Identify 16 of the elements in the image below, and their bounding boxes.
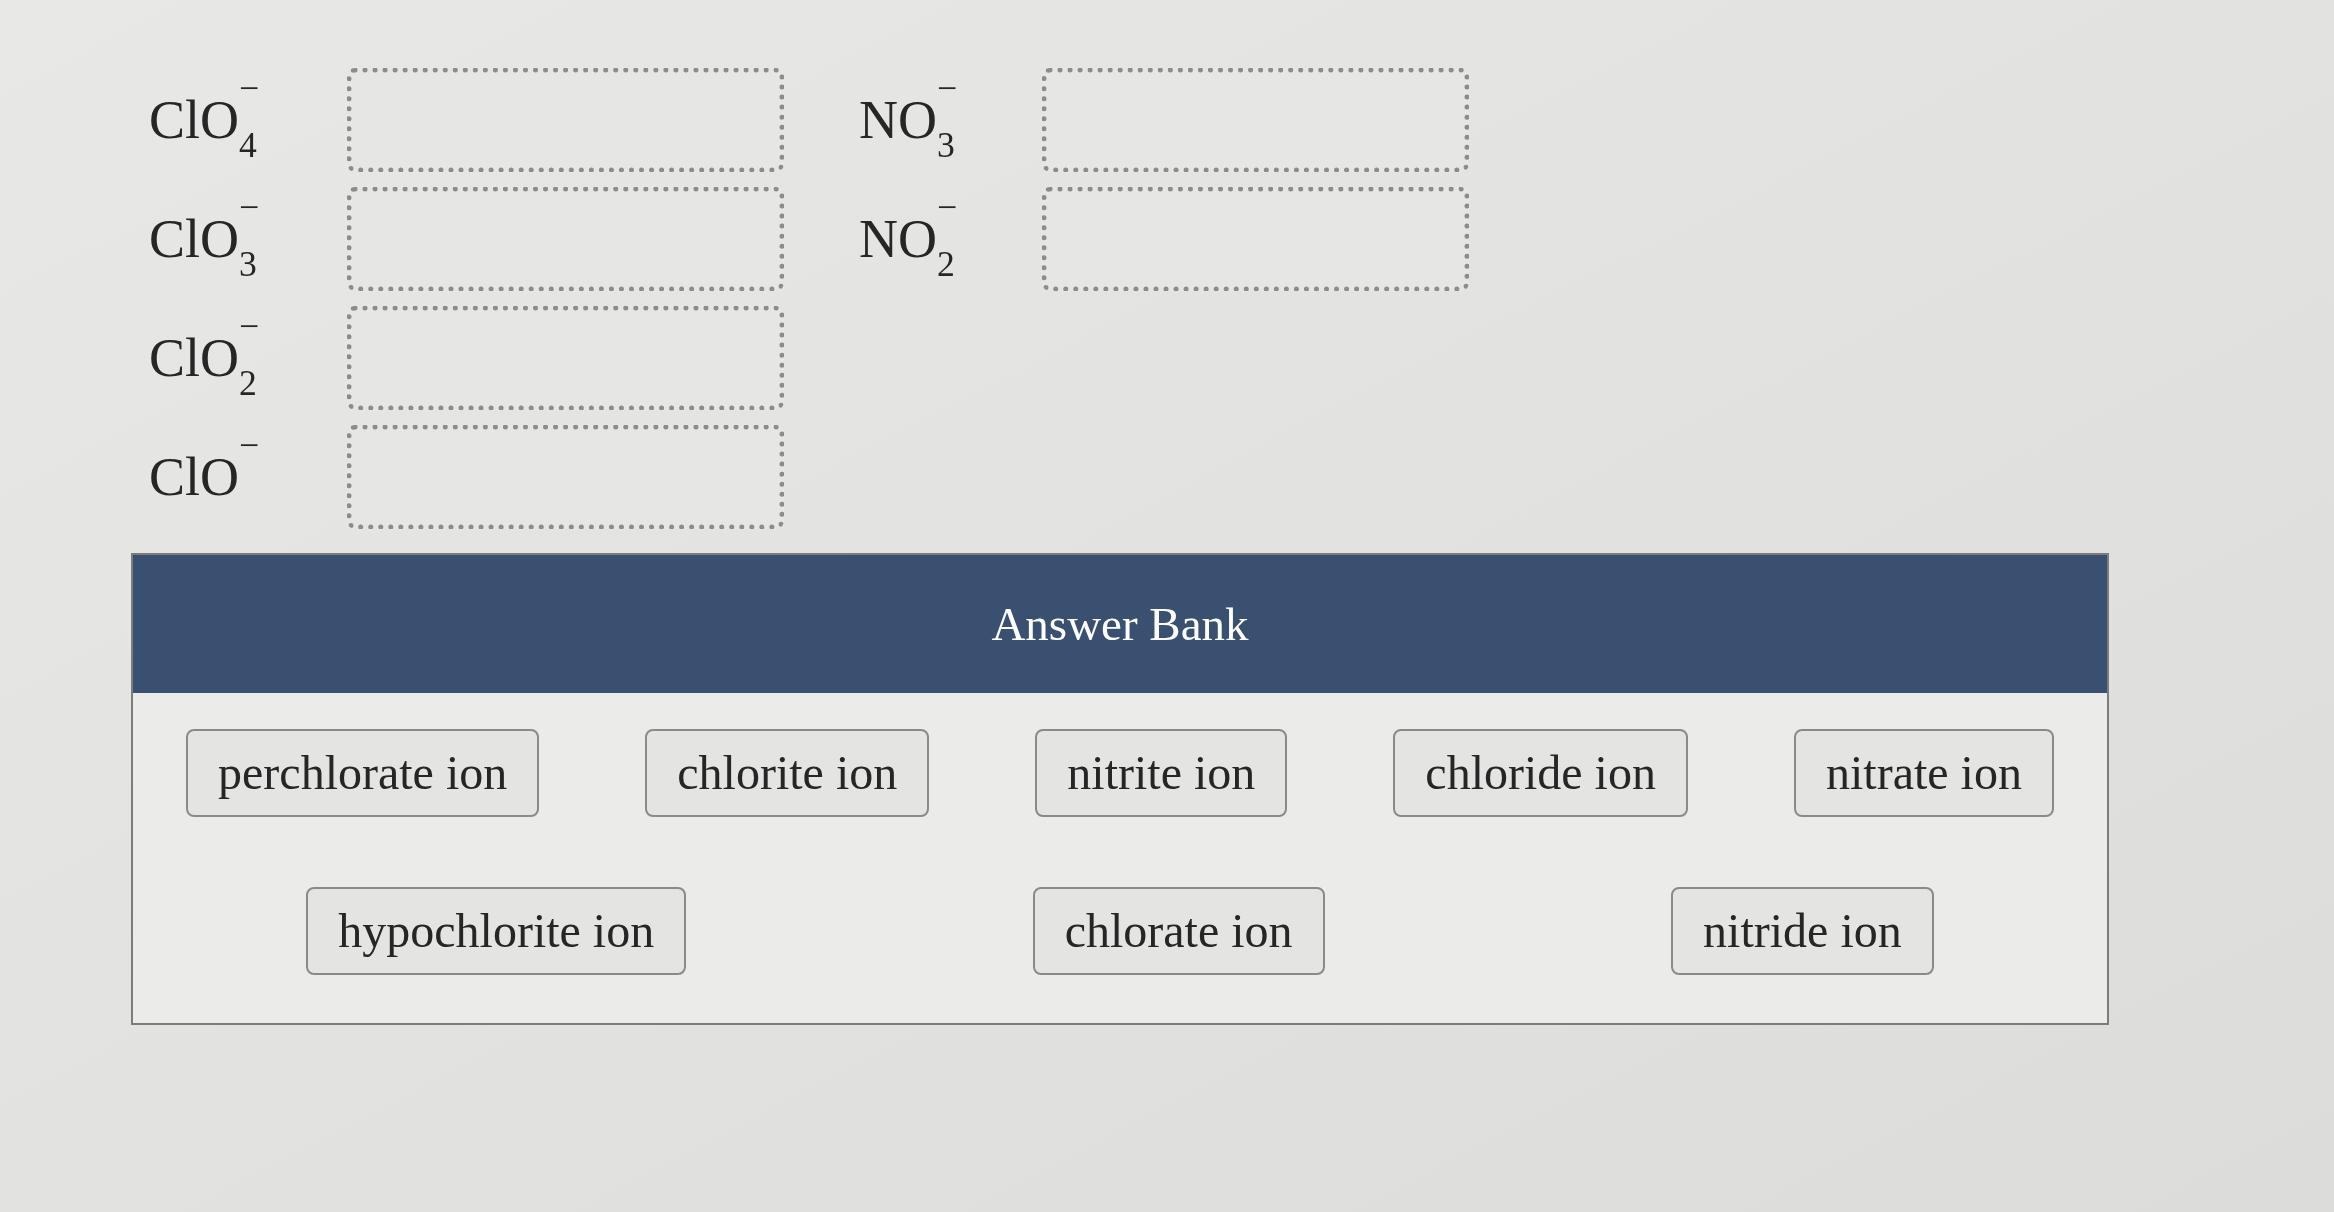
answer-chip[interactable]: perchlorate ion — [186, 729, 540, 817]
answer-chip[interactable]: chlorite ion — [645, 729, 930, 817]
drop-zone[interactable] — [1042, 187, 1469, 291]
drop-zone[interactable] — [1042, 68, 1469, 172]
drop-zone[interactable] — [347, 306, 784, 410]
answer-chip[interactable]: nitrite ion — [1035, 729, 1288, 817]
answer-chip[interactable]: chloride ion — [1393, 729, 1688, 817]
answer-chip[interactable]: nitride ion — [1671, 887, 1934, 975]
drop-zone[interactable] — [347, 425, 784, 529]
drop-zone[interactable] — [347, 68, 784, 172]
ion-formula: ClO$^{−}$ — [149, 430, 260, 509]
answer-chip[interactable]: nitrate ion — [1794, 729, 2054, 817]
answer-chip[interactable]: hypochlorite ion — [306, 887, 687, 975]
drop-zone[interactable] — [347, 187, 784, 291]
answer-chip[interactable]: chlorate ion — [1032, 887, 1325, 975]
answer-bank-title: Answer Bank — [991, 596, 1249, 652]
